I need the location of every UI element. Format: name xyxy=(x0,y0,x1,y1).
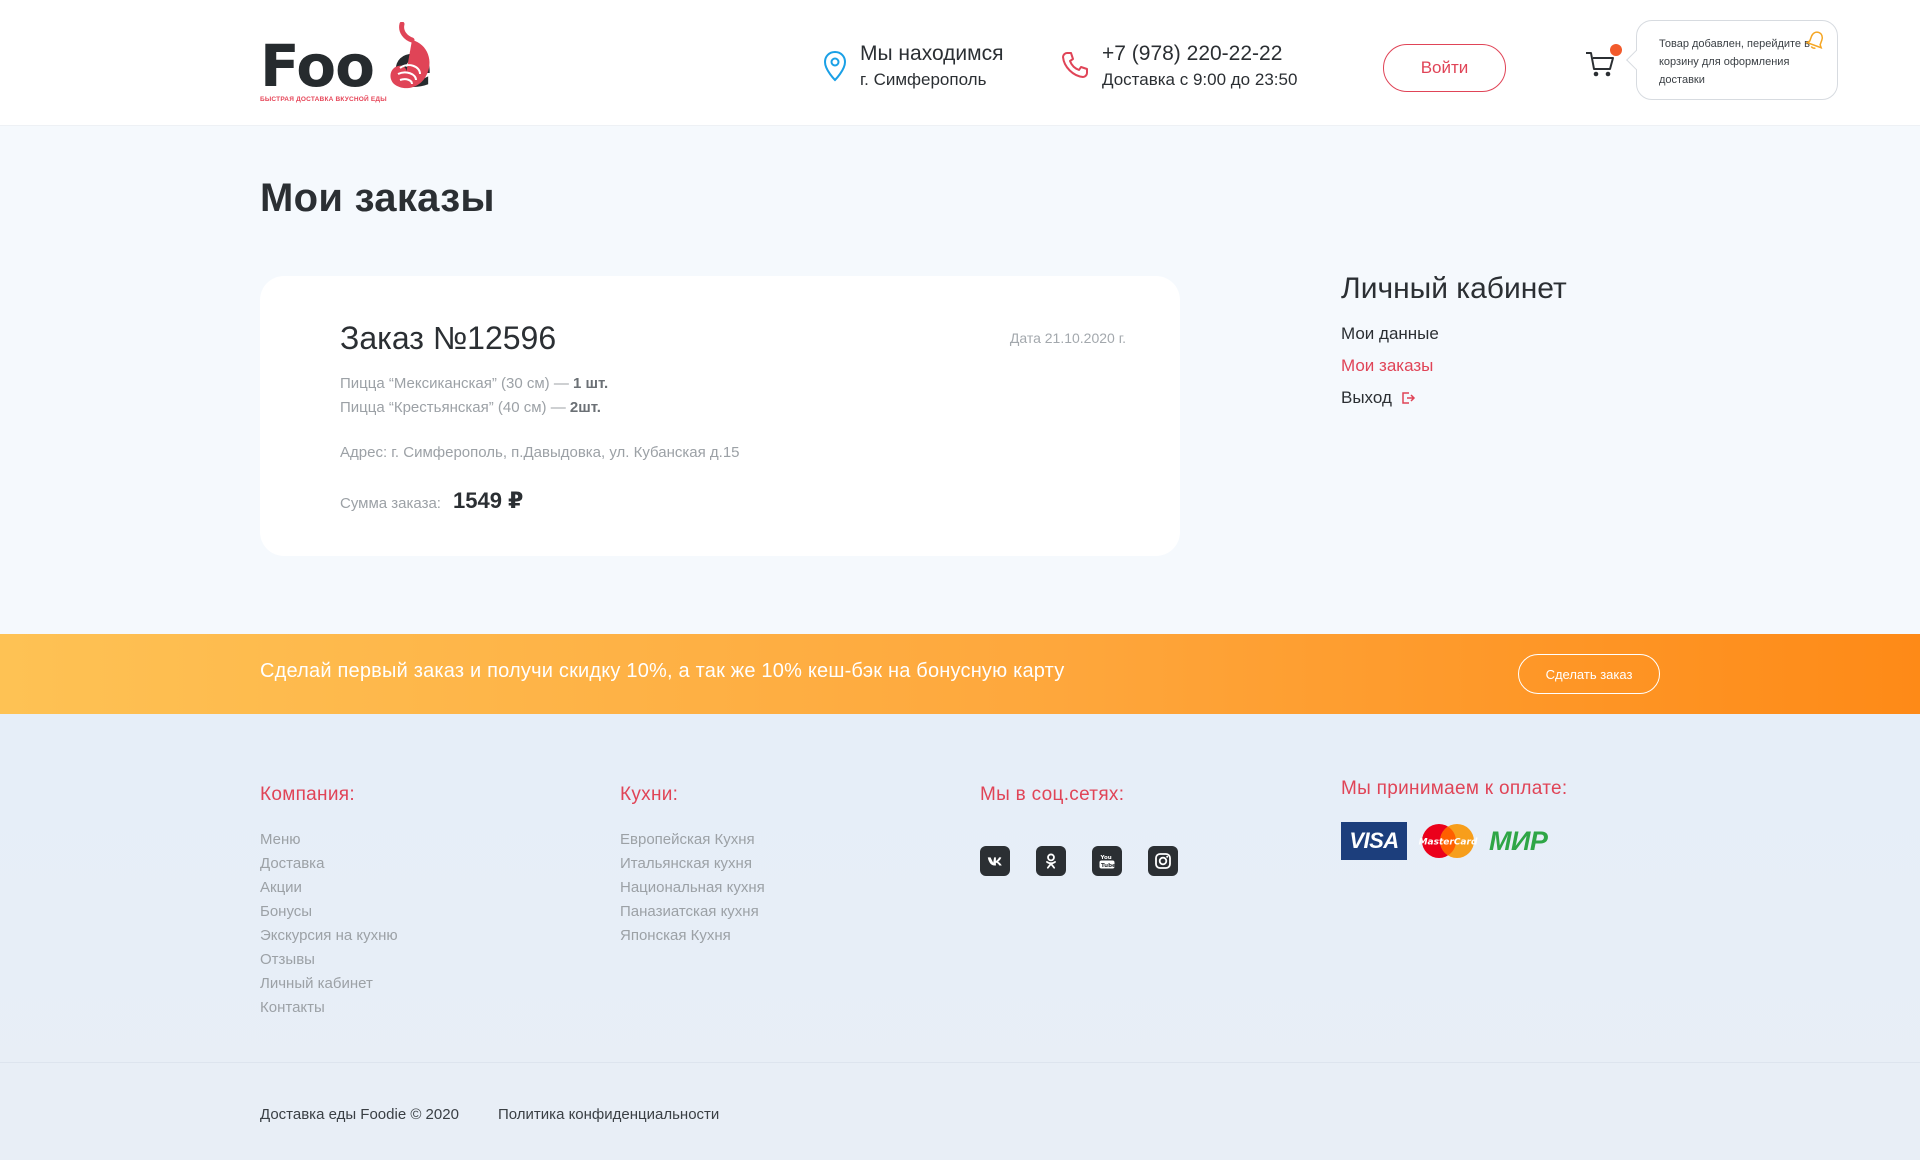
order-title: Заказ №12596 xyxy=(340,320,557,356)
sidebar-item-my-orders[interactable]: Мои заказы xyxy=(1341,356,1433,376)
promo-banner: Сделай первый заказ и получи скидку 10%,… xyxy=(0,634,1920,714)
footer-payment-title: Мы принимаем к оплате: xyxy=(1341,778,1568,799)
footer-link-menu[interactable]: Меню xyxy=(260,828,398,852)
make-order-button[interactable]: Сделать заказ xyxy=(1518,654,1660,694)
logo-tagline: БЫСТРАЯ ДОСТАВКА ВКУСНОЙ ЕДЫ xyxy=(260,96,387,103)
copyright: Доставка еды Foodie © 2020 xyxy=(260,1106,459,1123)
shrimp-logo-icon xyxy=(390,22,430,89)
delivery-hours: Доставка с 9:00 до 23:50 xyxy=(1102,70,1298,89)
footer-link-contacts[interactable]: Контакты xyxy=(260,996,398,1020)
footer-social-title: Мы в соц.сетях: xyxy=(980,784,1125,805)
footer-link-bonuses[interactable]: Бонусы xyxy=(260,900,398,924)
footer-link-delivery[interactable]: Доставка xyxy=(260,852,398,876)
footer-link-european[interactable]: Европейская Кухня xyxy=(620,828,765,852)
footer-company-links: Меню Доставка Акции Бонусы Экскурсия на … xyxy=(260,828,398,1020)
phone-icon xyxy=(1062,52,1088,78)
order-sum: Сумма заказа: 1549 ₽ xyxy=(340,488,523,514)
order-address: Адрес: г. Симферополь, п.Давыдовка, ул. … xyxy=(340,444,740,461)
payment-methods: VISA MasterCard МИР xyxy=(1341,822,1548,860)
footer-link-japanese[interactable]: Японская Кухня xyxy=(620,924,765,948)
footer-link-kitchen-tour[interactable]: Экскурсия на кухню xyxy=(260,924,398,948)
mastercard-logo: MasterCard xyxy=(1417,822,1479,860)
footer-link-national[interactable]: Национальная кухня xyxy=(620,876,765,900)
visa-logo: VISA xyxy=(1341,822,1407,860)
logo[interactable]: Foo e БЫСТРАЯ ДОСТАВКА ВКУСНОЙ ЕДЫ xyxy=(260,22,480,106)
location-block: Мы находимся г. Симферополь xyxy=(822,40,1003,96)
odnoklassniki-icon[interactable] xyxy=(1036,846,1066,876)
footer-divider xyxy=(0,1062,1920,1063)
location-city: г. Симферополь xyxy=(860,70,987,89)
site-header: Foo e БЫСТРАЯ ДОСТАВКА ВКУСНОЙ ЕДЫ Мы на… xyxy=(0,0,1920,126)
order-item: Пицца “Крестьянская” (40 см) — 2шт. xyxy=(340,399,601,416)
sidebar-title: Личный кабинет xyxy=(1341,272,1567,305)
sum-value: 1549 ₽ xyxy=(452,488,524,513)
phone-block: +7 (978) 220-22-22 Доставка с 9:00 до 23… xyxy=(1060,40,1297,92)
footer-link-promotions[interactable]: Акции xyxy=(260,876,398,900)
social-links: You Tube xyxy=(980,846,1178,876)
footer-link-italian[interactable]: Итальянская кухня xyxy=(620,852,765,876)
cart-toast: Товар добавлен, перейдите в корзину для … xyxy=(1636,20,1838,100)
sidebar-item-my-data[interactable]: Мои данные xyxy=(1341,324,1439,344)
phone-number[interactable]: +7 (978) 220-22-22 xyxy=(1102,40,1297,68)
footer-kitchens-links: Европейская Кухня Итальянская кухня Наци… xyxy=(620,828,765,948)
footer-link-account[interactable]: Личный кабинет xyxy=(260,972,398,996)
mir-logo: МИР xyxy=(1489,825,1548,856)
svg-text:You: You xyxy=(1100,855,1112,861)
page-title: Мои заказы xyxy=(260,176,495,220)
cart-notification-dot xyxy=(1610,44,1622,56)
privacy-link[interactable]: Политика конфиденциальности xyxy=(498,1106,719,1123)
logout-icon xyxy=(1402,392,1415,404)
location-title: Мы находимся xyxy=(860,42,1004,65)
mastercard-label: MasterCard xyxy=(1419,838,1478,848)
footer-link-panasian[interactable]: Паназиатская кухня xyxy=(620,900,765,924)
order-date: Дата 21.10.2020 г. xyxy=(1009,330,1126,346)
sidebar-item-logout[interactable]: Выход xyxy=(1341,388,1416,408)
sum-label: Сумма заказа: xyxy=(340,495,441,512)
vk-icon[interactable] xyxy=(980,846,1010,876)
youtube-icon[interactable]: You Tube xyxy=(1092,846,1122,876)
footer-link-reviews[interactable]: Отзывы xyxy=(260,948,398,972)
svg-text:Tube: Tube xyxy=(1101,863,1116,869)
footer-kitchens-title: Кухни: xyxy=(620,784,679,805)
instagram-icon[interactable] xyxy=(1148,846,1178,876)
toast-text: Товар добавлен, перейдите в корзину для … xyxy=(1659,38,1810,86)
order-items: Пицца “Мексиканская” (30 см) — 1 шт. Пиц… xyxy=(340,372,608,420)
site-footer: Компания: Меню Доставка Акции Бонусы Экс… xyxy=(0,714,1920,1160)
order-card: Заказ №12596 Дата 21.10.2020 г. Пицца “М… xyxy=(260,276,1180,556)
footer-company-title: Компания: xyxy=(260,784,355,805)
location-pin-icon xyxy=(823,50,847,82)
bell-icon xyxy=(1805,31,1824,49)
order-item: Пицца “Мексиканская” (30 см) — 1 шт. xyxy=(340,375,609,392)
login-button[interactable]: Войти xyxy=(1383,44,1506,92)
promo-text: Сделай первый заказ и получи скидку 10%,… xyxy=(260,660,1065,682)
